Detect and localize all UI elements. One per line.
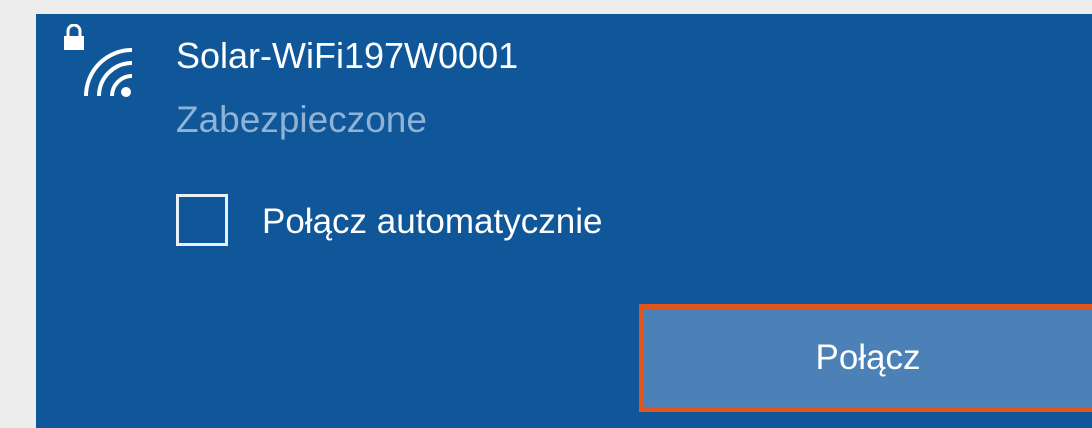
wifi-network-panel: Solar-WiFi197W0001 Zabezpieczone Połącz … <box>36 14 1092 428</box>
network-name: Solar-WiFi197W0001 <box>176 35 519 76</box>
wifi-secured-icon <box>60 23 136 102</box>
connect-button[interactable]: Połącz <box>639 304 1092 412</box>
auto-connect-label[interactable]: Połącz automatycznie <box>262 200 602 244</box>
network-security-status: Zabezpieczone <box>176 99 427 140</box>
auto-connect-checkbox[interactable] <box>176 194 228 246</box>
